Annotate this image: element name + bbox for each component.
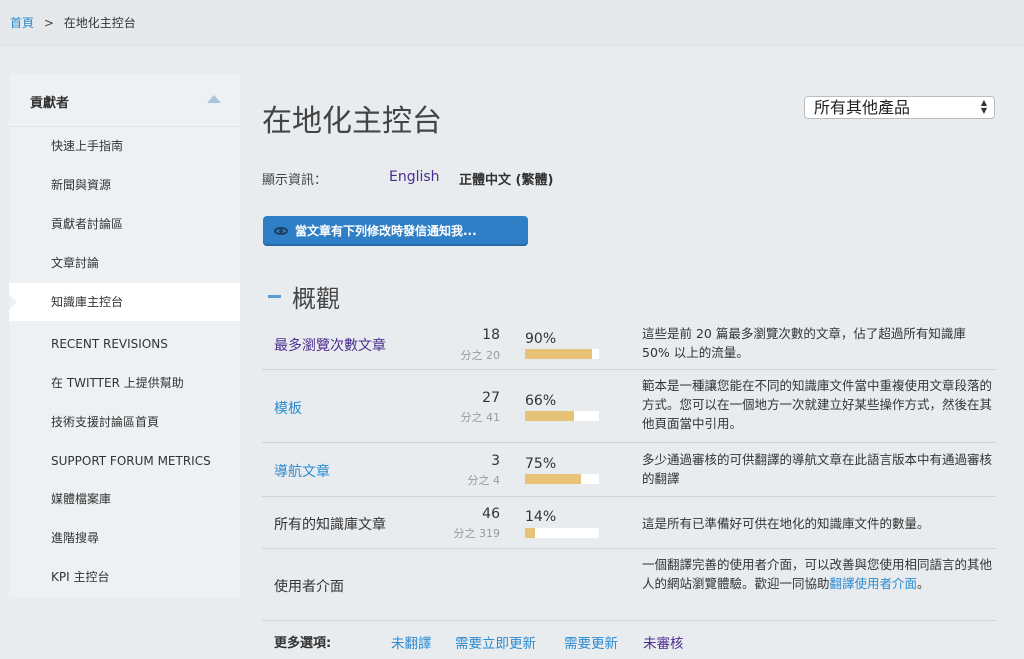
sidebar-item-twitter-help[interactable]: 在 TWITTER 上提供幫助	[9, 364, 240, 402]
collapse-dash-icon[interactable]	[268, 295, 281, 298]
row-total: 分之 319	[453, 527, 501, 540]
breadcrumb-separator: >	[43, 16, 54, 30]
row-count: 3	[491, 453, 500, 469]
option-untranslated-link[interactable]: 未翻譯	[391, 632, 432, 652]
row-count: 46	[482, 506, 500, 522]
sidebar-item-support-forum-home[interactable]: 技術支援討論區首頁	[9, 403, 240, 441]
sidebar-item-advanced-search[interactable]: 進階搜尋	[9, 519, 240, 557]
row-name: 使用者介面	[274, 579, 344, 595]
row-description-end: 。	[917, 576, 930, 591]
sidebar-item-kb-dashboard[interactable]: 知識庫主控台	[9, 283, 240, 321]
row-name-link[interactable]: 導航文章	[274, 461, 330, 481]
row-description: 一個翻譯完善的使用者介面，可以改善與您使用相同語言的其他人的網站瀏覽體驗。歡迎一…	[642, 555, 992, 593]
sidebar-item-news[interactable]: 新聞與資源	[9, 166, 240, 204]
progress-fill	[525, 474, 581, 484]
sidebar: 貢獻者 快速上手指南 新聞與資源 貢獻者討論區 文章討論 知識庫主控台 RECE…	[9, 73, 240, 597]
table-row: 所有的知識庫文章 46 分之 319 14% 這是所有已準備好可供在地化的知識庫…	[262, 497, 996, 549]
product-select[interactable]: 所有其他產品 ▲ ▼	[804, 96, 995, 119]
progress-bar	[525, 349, 599, 359]
row-description: 範本是一種讓您能在不同的知識庫文件當中重複使用文章段落的方式。您可以在一個地方一…	[642, 378, 993, 431]
table-row: 導航文章 3 分之 4 75% 多少通過審核的可供翻譯的導航文章在此語言版本中有…	[262, 443, 996, 497]
progress-bar	[525, 411, 599, 421]
row-percent: 14%	[525, 509, 557, 525]
row-count: 18	[482, 327, 500, 343]
row-total: 分之 20	[460, 349, 501, 362]
row-percent: 90%	[525, 331, 557, 347]
row-description: 多少通過審核的可供翻譯的導航文章在此語言版本中有通過審核的翻譯	[642, 452, 993, 486]
option-unreviewed-link[interactable]: 未審核	[643, 632, 684, 652]
progress-fill	[525, 349, 592, 359]
table-row: 使用者介面 一個翻譯完善的使用者介面，可以改善與您使用相同語言的其他人的網站瀏覽…	[262, 549, 996, 621]
more-options-label: 更多選項:	[274, 636, 332, 651]
row-count: 27	[482, 390, 500, 406]
sidebar-item-quickstart[interactable]: 快速上手指南	[9, 127, 240, 165]
row-description: 這些是前 20 篇最多瀏覽次數的文章，佔了超過所有知識庫 50% 以上的流量。	[642, 326, 966, 360]
collapse-arrow-icon[interactable]	[207, 95, 221, 103]
row-description-text: 一個翻譯完善的使用者介面，可以改善與您使用相同語言的其他人的網站瀏覽體驗。歡迎一…	[642, 557, 993, 591]
sidebar-item-media-gallery[interactable]: 媒體檔案庫	[9, 480, 240, 518]
eye-icon	[274, 227, 288, 235]
progress-bar	[525, 528, 599, 538]
row-percent: 75%	[525, 456, 557, 472]
table-row: 模板 27 分之 41 66% 範本是一種讓您能在不同的知識庫文件當中重複使用文…	[262, 370, 996, 443]
progress-fill	[525, 528, 536, 538]
table-row: 最多瀏覽次數文章 18 分之 20 90% 這些是前 20 篇最多瀏覽次數的文章…	[262, 322, 996, 370]
breadcrumb-home-link[interactable]: 首頁	[10, 16, 34, 30]
sidebar-item-contributor-forum[interactable]: 貢獻者討論區	[9, 205, 240, 243]
top-bar: 首頁 > 在地化主控台	[0, 0, 1024, 46]
language-english-link[interactable]: English	[389, 169, 440, 185]
page-title: 在地化主控台	[262, 104, 442, 139]
sidebar-item-support-forum-metrics[interactable]: SUPPORT FORUM METRICS	[9, 442, 240, 480]
sidebar-item-recent-revisions[interactable]: RECENT REVISIONS	[9, 325, 240, 363]
progress-bar	[525, 474, 599, 484]
breadcrumb: 首頁 > 在地化主控台	[10, 14, 136, 31]
row-total: 分之 4	[467, 474, 501, 487]
overview-heading: 概觀	[292, 285, 340, 313]
watch-notify-label: 當文章有下列修改時發信通知我...	[295, 224, 477, 238]
option-needs-immediate-update-link[interactable]: 需要立即更新	[455, 632, 536, 652]
row-percent: 66%	[525, 393, 557, 409]
select-arrows-icon: ▲ ▼	[980, 98, 987, 115]
row-description: 這是所有已準備好可供在地化的知識庫文件的數量。	[642, 516, 930, 531]
breadcrumb-current: 在地化主控台	[63, 16, 136, 30]
progress-fill	[525, 411, 574, 421]
product-select-value: 所有其他產品	[814, 98, 911, 117]
sidebar-header[interactable]: 貢獻者	[9, 73, 240, 127]
sidebar-title: 貢獻者	[30, 96, 70, 111]
language-current: 正體中文 (繁體)	[459, 173, 554, 188]
row-name-link[interactable]: 模板	[274, 398, 302, 418]
translate-ui-link[interactable]: 翻譯使用者介面	[830, 576, 918, 591]
watch-notify-button[interactable]: 當文章有下列修改時發信通知我...	[263, 216, 528, 246]
row-name-link[interactable]: 最多瀏覽次數文章	[274, 335, 386, 355]
row-total: 分之 41	[460, 411, 501, 424]
option-needs-update-link[interactable]: 需要更新	[564, 632, 618, 652]
sidebar-item-article-discussion[interactable]: 文章討論	[9, 244, 240, 282]
display-label: 顯示資訊：	[262, 173, 328, 188]
row-name: 所有的知識庫文章	[274, 517, 386, 533]
sidebar-item-kpi-dashboard[interactable]: KPI 主控台	[9, 558, 240, 596]
